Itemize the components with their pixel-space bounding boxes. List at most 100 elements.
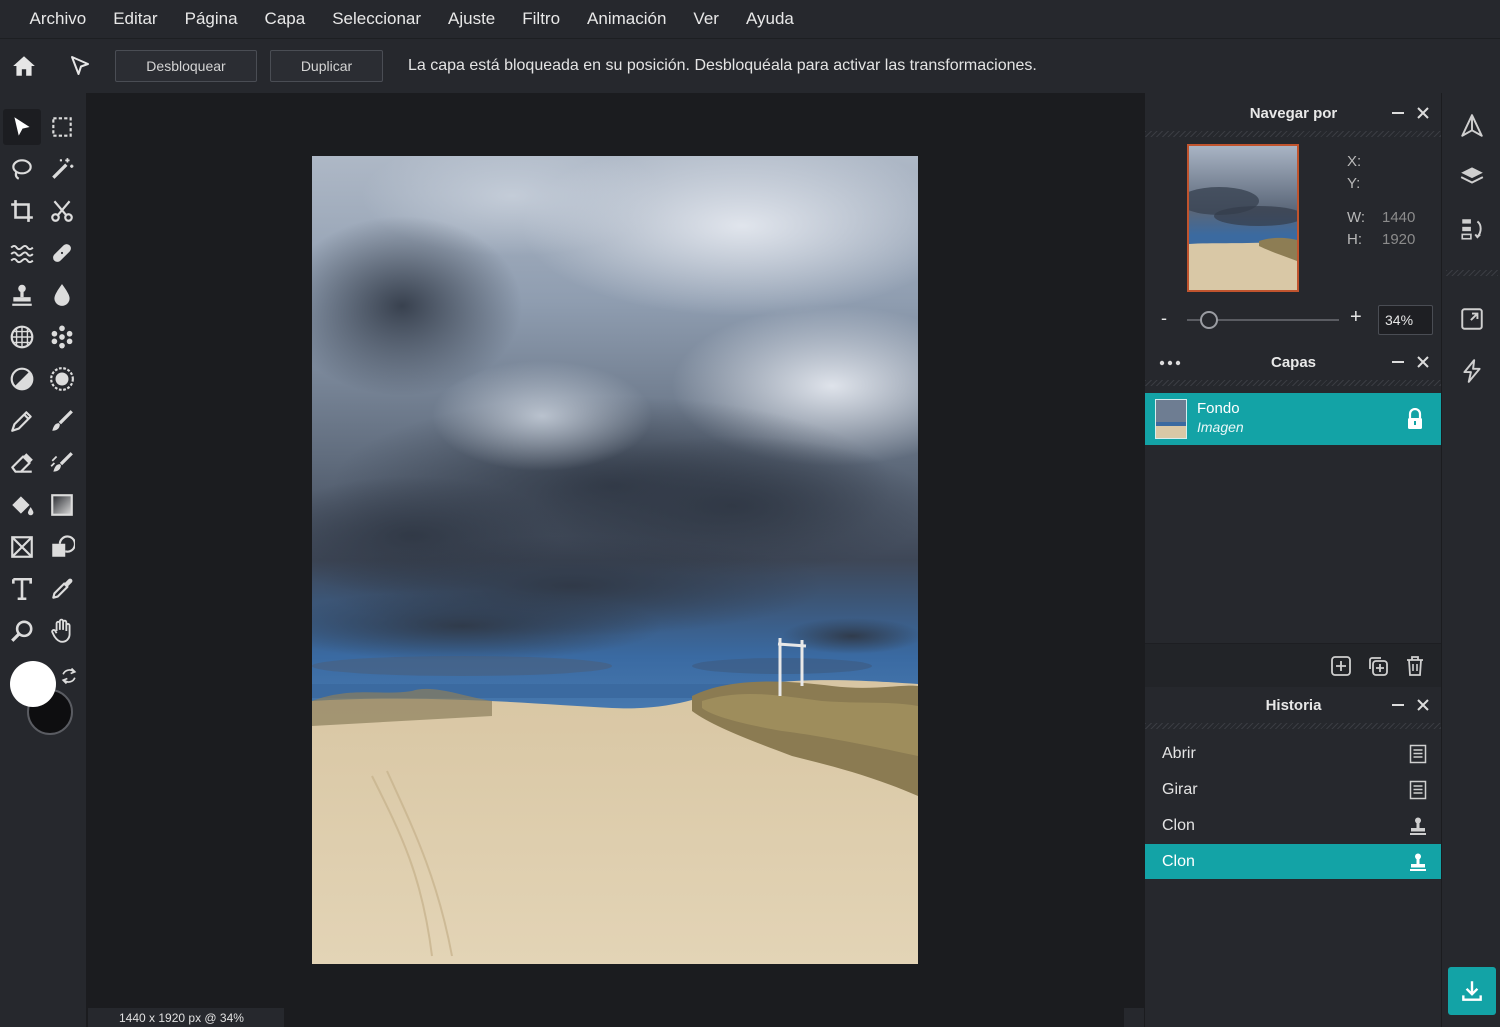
- layer-row[interactable]: Fondo Imagen: [1145, 393, 1441, 445]
- navigator-panel-icon[interactable]: [1457, 111, 1487, 141]
- brush-icon[interactable]: [43, 403, 81, 439]
- move-arrow-icon[interactable]: [65, 51, 95, 81]
- layer-type: Imagen: [1197, 419, 1244, 435]
- eraser-icon[interactable]: [3, 445, 41, 481]
- minimize-icon[interactable]: [1388, 103, 1408, 123]
- minimize-icon[interactable]: [1388, 695, 1408, 715]
- zoom-slider-handle[interactable]: [1200, 311, 1219, 329]
- close-icon[interactable]: [1413, 695, 1433, 715]
- bandage-icon[interactable]: [43, 235, 81, 271]
- status-bar-right: [1124, 1008, 1144, 1027]
- close-icon[interactable]: [1413, 352, 1433, 372]
- h-label: H:: [1347, 231, 1362, 248]
- stamp-icon: [1407, 851, 1429, 873]
- eyedropper-icon[interactable]: [43, 571, 81, 607]
- trash-icon[interactable]: [1403, 654, 1427, 678]
- menu-pagina[interactable]: Página: [171, 0, 251, 38]
- menu-editar[interactable]: Editar: [100, 0, 171, 38]
- sun-adjust-icon[interactable]: [43, 361, 81, 397]
- history-panel-icon[interactable]: [1457, 214, 1487, 244]
- liquify-icon[interactable]: [3, 235, 41, 271]
- crop-icon[interactable]: [3, 193, 41, 229]
- options-toolbar: Desbloquear Duplicar La capa está bloque…: [0, 38, 1500, 93]
- gradient-icon[interactable]: [43, 487, 81, 523]
- menu-animacion[interactable]: Animación: [574, 0, 680, 38]
- lock-icon[interactable]: [1405, 407, 1425, 430]
- blur-drop-icon[interactable]: [43, 277, 81, 313]
- canvas-area[interactable]: [86, 93, 1144, 1027]
- magic-wand-icon[interactable]: [43, 151, 81, 187]
- paint-bucket-icon[interactable]: [3, 487, 41, 523]
- tools-panel: [0, 93, 86, 1027]
- download-button[interactable]: [1448, 967, 1496, 1015]
- menu-capa[interactable]: Capa: [251, 0, 319, 38]
- move-tool-icon[interactable]: [3, 109, 41, 145]
- lock-message: La capa está bloqueada en su posición. D…: [408, 57, 1037, 74]
- zoom-in-button[interactable]: +: [1350, 306, 1362, 329]
- menu-seleccionar[interactable]: Seleccionar: [319, 0, 435, 38]
- swap-colors-icon[interactable]: [58, 665, 80, 687]
- history-item-label: Clon: [1162, 816, 1195, 834]
- history-item-active[interactable]: Clon: [1145, 844, 1441, 879]
- unlock-button[interactable]: Desbloquear: [115, 50, 257, 82]
- text-tool-icon[interactable]: [3, 571, 41, 607]
- menu-ajuste[interactable]: Ajuste: [435, 0, 509, 38]
- marquee-select-icon[interactable]: [43, 109, 81, 145]
- shapes-icon[interactable]: [43, 529, 81, 565]
- menu-ayuda[interactable]: Ayuda: [732, 0, 807, 38]
- dodge-burn-icon[interactable]: [3, 361, 41, 397]
- panel-drag-handle[interactable]: [1145, 131, 1442, 137]
- history-item-label: Clon: [1162, 852, 1195, 870]
- canvas-status-bar: 1440 x 1920 px @ 34%: [88, 1008, 284, 1027]
- w-label: W:: [1347, 209, 1366, 226]
- resize-canvas-icon[interactable]: [1457, 304, 1487, 334]
- quick-actions-icon[interactable]: [1457, 356, 1487, 386]
- w-value: 1440: [1382, 209, 1416, 226]
- hand-tool-icon[interactable]: [43, 613, 81, 649]
- panel-drag-handle[interactable]: [1145, 723, 1442, 729]
- history-item-label: Abrir: [1162, 744, 1196, 762]
- foreground-color-swatch[interactable]: [10, 661, 56, 707]
- sponge-grid-icon[interactable]: [3, 319, 41, 355]
- duplicate-button[interactable]: Duplicar: [270, 50, 383, 82]
- frame-icon[interactable]: [3, 529, 41, 565]
- h-value: 1920: [1382, 231, 1416, 248]
- pencil-icon[interactable]: [3, 403, 41, 439]
- layer-name: Fondo: [1197, 400, 1240, 417]
- menu-bar: Archivo Editar Página Capa Seleccionar A…: [0, 0, 1500, 38]
- close-icon[interactable]: [1413, 103, 1433, 123]
- history-item-label: Girar: [1162, 780, 1198, 798]
- download-icon: [1462, 981, 1482, 1001]
- layers-panel-icon[interactable]: [1457, 161, 1487, 191]
- duplicate-layer-icon[interactable]: [1366, 654, 1390, 678]
- stamp-icon: [1407, 815, 1429, 837]
- x-label: X:: [1347, 153, 1362, 170]
- add-layer-icon[interactable]: [1329, 654, 1353, 678]
- history-item[interactable]: Abrir: [1145, 736, 1441, 771]
- dots-pattern-icon[interactable]: [43, 319, 81, 355]
- document-icon: [1407, 779, 1429, 801]
- lasso-icon[interactable]: [3, 151, 41, 187]
- menu-ver[interactable]: Ver: [680, 0, 733, 38]
- menu-archivo[interactable]: Archivo: [16, 0, 100, 38]
- layers-footer: [1145, 643, 1441, 687]
- beach-photo-canvas[interactable]: [312, 156, 918, 964]
- menu-filtro[interactable]: Filtro: [509, 0, 574, 38]
- panel-drag-handle[interactable]: [1145, 380, 1442, 386]
- document-icon: [1407, 743, 1429, 765]
- history-item[interactable]: Clon: [1145, 808, 1441, 843]
- history-item[interactable]: Girar: [1145, 772, 1441, 807]
- zoom-out-button[interactable]: -: [1161, 308, 1167, 329]
- scissors-icon[interactable]: [43, 193, 81, 229]
- clone-stamp-icon[interactable]: [3, 277, 41, 313]
- zoom-percent-input[interactable]: 34%: [1378, 305, 1433, 335]
- zoom-tool-icon[interactable]: [3, 613, 41, 649]
- layer-thumbnail: [1155, 399, 1187, 439]
- y-label: Y:: [1347, 175, 1361, 192]
- right-panels: Navegar por X: Y: W: 1440 H: 1920 - + 34…: [1144, 93, 1442, 1027]
- navigator-thumbnail[interactable]: [1187, 144, 1299, 292]
- home-icon[interactable]: [9, 51, 39, 81]
- minimize-icon[interactable]: [1388, 352, 1408, 372]
- smudge-brush-icon[interactable]: [43, 445, 81, 481]
- dock-separator: [1446, 270, 1498, 276]
